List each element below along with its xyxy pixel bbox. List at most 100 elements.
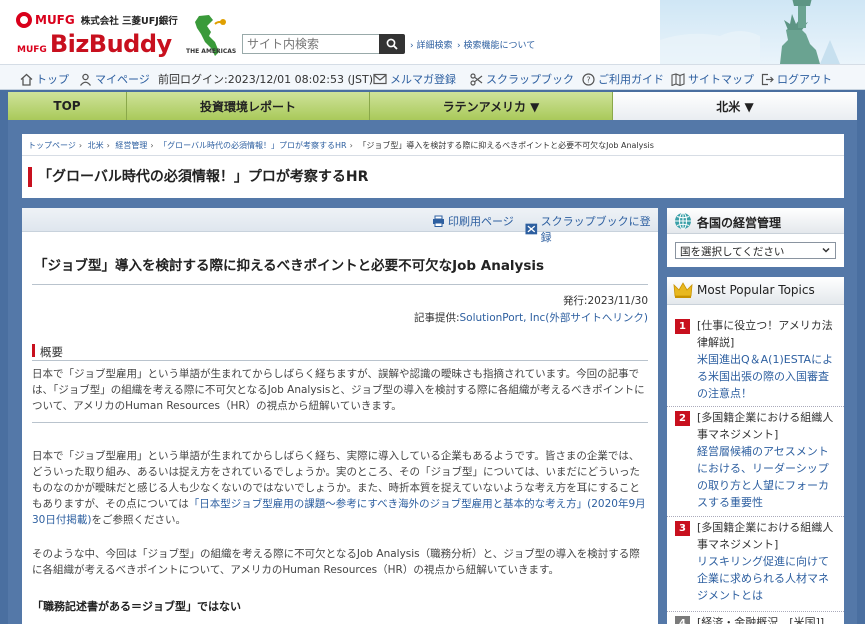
mail-icon xyxy=(373,73,387,85)
popular-item-category: [経済・金融概況 [米国]] xyxy=(697,616,825,624)
top-label: トップ xyxy=(36,73,69,86)
site-search-input[interactable] xyxy=(242,34,380,54)
home-icon xyxy=(20,73,33,86)
print-page-label: 印刷用ページ xyxy=(448,215,514,228)
popular-item-category: [仕事に役立つ！アメリカ法律解説] xyxy=(697,319,833,349)
mufg-mark-icon xyxy=(16,12,32,28)
last-login-text: 前回ログイン:2023/12/01 08:02:53 (JST) xyxy=(158,73,374,86)
nav-tab-investment[interactable]: 投資環境レポート xyxy=(127,92,370,120)
popular-item-1[interactable]: 1 [仕事に役立つ！アメリカ法律解説] 米国進出Q＆A(1)ESTAによる米国出… xyxy=(667,315,844,407)
statue-of-liberty-banner xyxy=(660,0,865,64)
search-about-link[interactable]: › 検索機能について xyxy=(457,38,535,51)
nav-tab-latin-america-label: ラテンアメリカ ▼ xyxy=(442,99,540,114)
top-link[interactable]: トップ xyxy=(20,71,69,87)
popular-widget-header: Most Popular Topics xyxy=(667,277,844,305)
breadcrumb-management[interactable]: 経営管理 xyxy=(115,141,147,150)
add-scrapbook-label: スクラップブックに登録 xyxy=(540,215,651,244)
overview-label: 概要 xyxy=(40,345,63,359)
guide-label: ご利用ガイド xyxy=(598,73,664,86)
utility-bar: トップ マイページ 前回ログイン:2023/12/01 08:02:53 (JS… xyxy=(0,64,865,90)
breadcrumb-box: トップページ › 北米 › 経営管理 › 「グローバル時代の必須情報！」プロが考察する… xyxy=(22,134,844,198)
breadcrumb-top[interactable]: トップページ xyxy=(28,141,76,150)
map-icon xyxy=(671,72,685,86)
scrapbook-icon xyxy=(525,223,538,235)
logout-icon xyxy=(761,73,774,85)
breadcrumb-series[interactable]: 「グローバル時代の必須情報！」プロが考察するHR xyxy=(159,141,347,150)
category-title: 「グローバル時代の必須情報！」プロが考察するHR xyxy=(28,167,368,187)
rank-badge: 2 xyxy=(675,411,690,426)
sitemap-link[interactable]: サイトマップ xyxy=(671,71,754,87)
section-subheading: 「職務記述書がある＝ジョブ型」ではない xyxy=(32,600,241,613)
search-about-label: 検索機能について xyxy=(463,41,536,51)
main-nav: TOP 投資環境レポート ラテンアメリカ ▼ 北米 ▼ xyxy=(8,92,857,120)
country-management-widget: 各国の経営管理 国を選択してください xyxy=(667,208,844,267)
country-widget-title: 各国の経営管理 xyxy=(697,216,782,230)
logout-link[interactable]: ログアウト xyxy=(761,71,832,87)
bizbuddy-name: BizBuddy xyxy=(49,30,172,58)
user-icon xyxy=(79,73,92,86)
bank-name: 株式会社 三菱UFJ銀行 xyxy=(80,16,178,27)
nav-tab-north-america-label: 北米 ▼ xyxy=(716,99,754,114)
bizbuddy-logo[interactable]: MUFG BizBuddy xyxy=(17,30,172,58)
country-select[interactable]: 国を選択してください xyxy=(675,242,836,259)
newsletter-link[interactable]: メルマガ登録 xyxy=(373,71,456,87)
nav-tab-top[interactable]: TOP xyxy=(8,92,127,120)
nav-tab-top-label: TOP xyxy=(53,99,81,113)
crown-icon xyxy=(673,282,693,298)
search-icon xyxy=(386,38,398,50)
rank-badge: 3 xyxy=(675,521,690,536)
article-title: 「ジョブ型」導入を検討する際に抑えるべきポイントと必要不可欠なJob Analy… xyxy=(34,258,545,274)
country-select-value: 国を選択してください xyxy=(680,246,785,258)
article: 印刷用ページ スクラップブックに登録 「ジョブ型」導入を検討する際に抑えるべきポ… xyxy=(22,208,658,624)
overview-divider xyxy=(32,422,648,423)
provider-link[interactable]: SolutionPort, Inc(外部サイトへリンク) xyxy=(460,312,648,324)
overview-heading: 概要 xyxy=(32,343,648,361)
search-button[interactable] xyxy=(379,34,405,54)
breadcrumb-current: 「ジョブ型」導入を検討する際に抑えるべきポイントと必要不可欠なJob Analy… xyxy=(358,141,654,150)
popular-item-2[interactable]: 2 [多国籍企業における組織人事マネジメント] 経営層候補のアセスメントにおける… xyxy=(667,407,844,517)
sitemap-label: サイトマップ xyxy=(688,73,754,86)
popular-item-link[interactable]: 経営層候補のアセスメントにおける、リーダーシップの取り方と人望にフォーカスする重… xyxy=(697,443,839,511)
globe-caption: THE AMERICAS xyxy=(186,48,237,55)
breadcrumb: トップページ › 北米 › 経営管理 › 「グローバル時代の必須情報！」プロが考察する… xyxy=(28,141,654,150)
overview-text: 日本で「ジョブ型雇用」という単語が生まれてからしばらく経ちますが、誤解や認識の曖… xyxy=(32,368,645,412)
provider-label: 記事提供: xyxy=(413,312,460,324)
mypage-link[interactable]: マイページ xyxy=(79,71,150,87)
rank-badge: 4 xyxy=(675,616,690,624)
popular-topics-widget: Most Popular Topics 1 [仕事に役立つ！アメリカ法律解説] … xyxy=(667,277,844,624)
popular-widget-title: Most Popular Topics xyxy=(697,283,815,297)
publish-date: 発行:2023/11/30 xyxy=(562,295,648,307)
country-widget-header: 各国の経営管理 xyxy=(667,208,844,234)
add-scrapbook-link[interactable]: スクラップブックに登録 xyxy=(525,213,658,245)
article-toolbar: 印刷用ページ スクラップブックに登録 xyxy=(22,208,658,244)
advanced-search-label: 詳細検索 xyxy=(416,41,453,51)
popular-item-3[interactable]: 3 [多国籍企業における組織人事マネジメント] リスキリング促進に向けて企業に求… xyxy=(667,517,844,612)
mufg-logo[interactable]: MUFG 株式会社 三菱UFJ銀行 xyxy=(16,12,178,28)
svg-text:?: ? xyxy=(586,75,590,84)
scrapbook-link[interactable]: スクラップブック xyxy=(470,71,574,87)
mufg-logo-text: MUFG xyxy=(35,13,75,27)
popular-item-link[interactable]: リスキリング促進に向けて企業に求められる人材マネジメントとは xyxy=(697,553,839,604)
breadcrumb-north-america[interactable]: 北米 xyxy=(88,141,104,150)
popular-item-4[interactable]: 4 [経済・金融概況 [米国]] xyxy=(667,612,844,624)
site-header: MUFG 株式会社 三菱UFJ銀行 MUFG BizBuddy THE AMER… xyxy=(0,0,865,64)
nav-tab-investment-label: 投資環境レポート xyxy=(199,99,296,114)
popular-item-link[interactable]: 米国進出Q＆A(1)ESTAによる米国出張の際の入国審査の注意点！ xyxy=(697,351,839,402)
logout-label: ログアウト xyxy=(777,73,832,86)
overview-marker xyxy=(32,344,35,357)
article-provider: 記事提供:SolutionPort, Inc(外部サイトへリンク) xyxy=(414,310,648,325)
bizbuddy-prefix: MUFG xyxy=(17,45,47,55)
breadcrumb-divider xyxy=(22,155,844,156)
advanced-search-link[interactable]: › 詳細検索 xyxy=(410,38,452,51)
nav-tab-latin-america[interactable]: ラテンアメリカ ▼ xyxy=(370,92,613,120)
print-page-link[interactable]: 印刷用ページ xyxy=(432,213,514,229)
newsletter-label: メルマガ登録 xyxy=(390,73,456,86)
scissors-icon xyxy=(470,72,483,86)
guide-link[interactable]: ? ご利用ガイド xyxy=(582,71,664,87)
chevron-down-icon xyxy=(822,247,830,253)
body-paragraph-1: 日本で「ジョブ型雇用」という単語が生まれてからしばらく経ち、実際に導入している企… xyxy=(32,448,648,528)
nav-tab-north-america[interactable]: 北米 ▼ xyxy=(613,92,857,120)
scrapbook-label: スクラップブック xyxy=(486,73,574,86)
popular-item-category: [多国籍企業における組織人事マネジメント] xyxy=(697,411,834,441)
globe-icon xyxy=(675,212,691,230)
